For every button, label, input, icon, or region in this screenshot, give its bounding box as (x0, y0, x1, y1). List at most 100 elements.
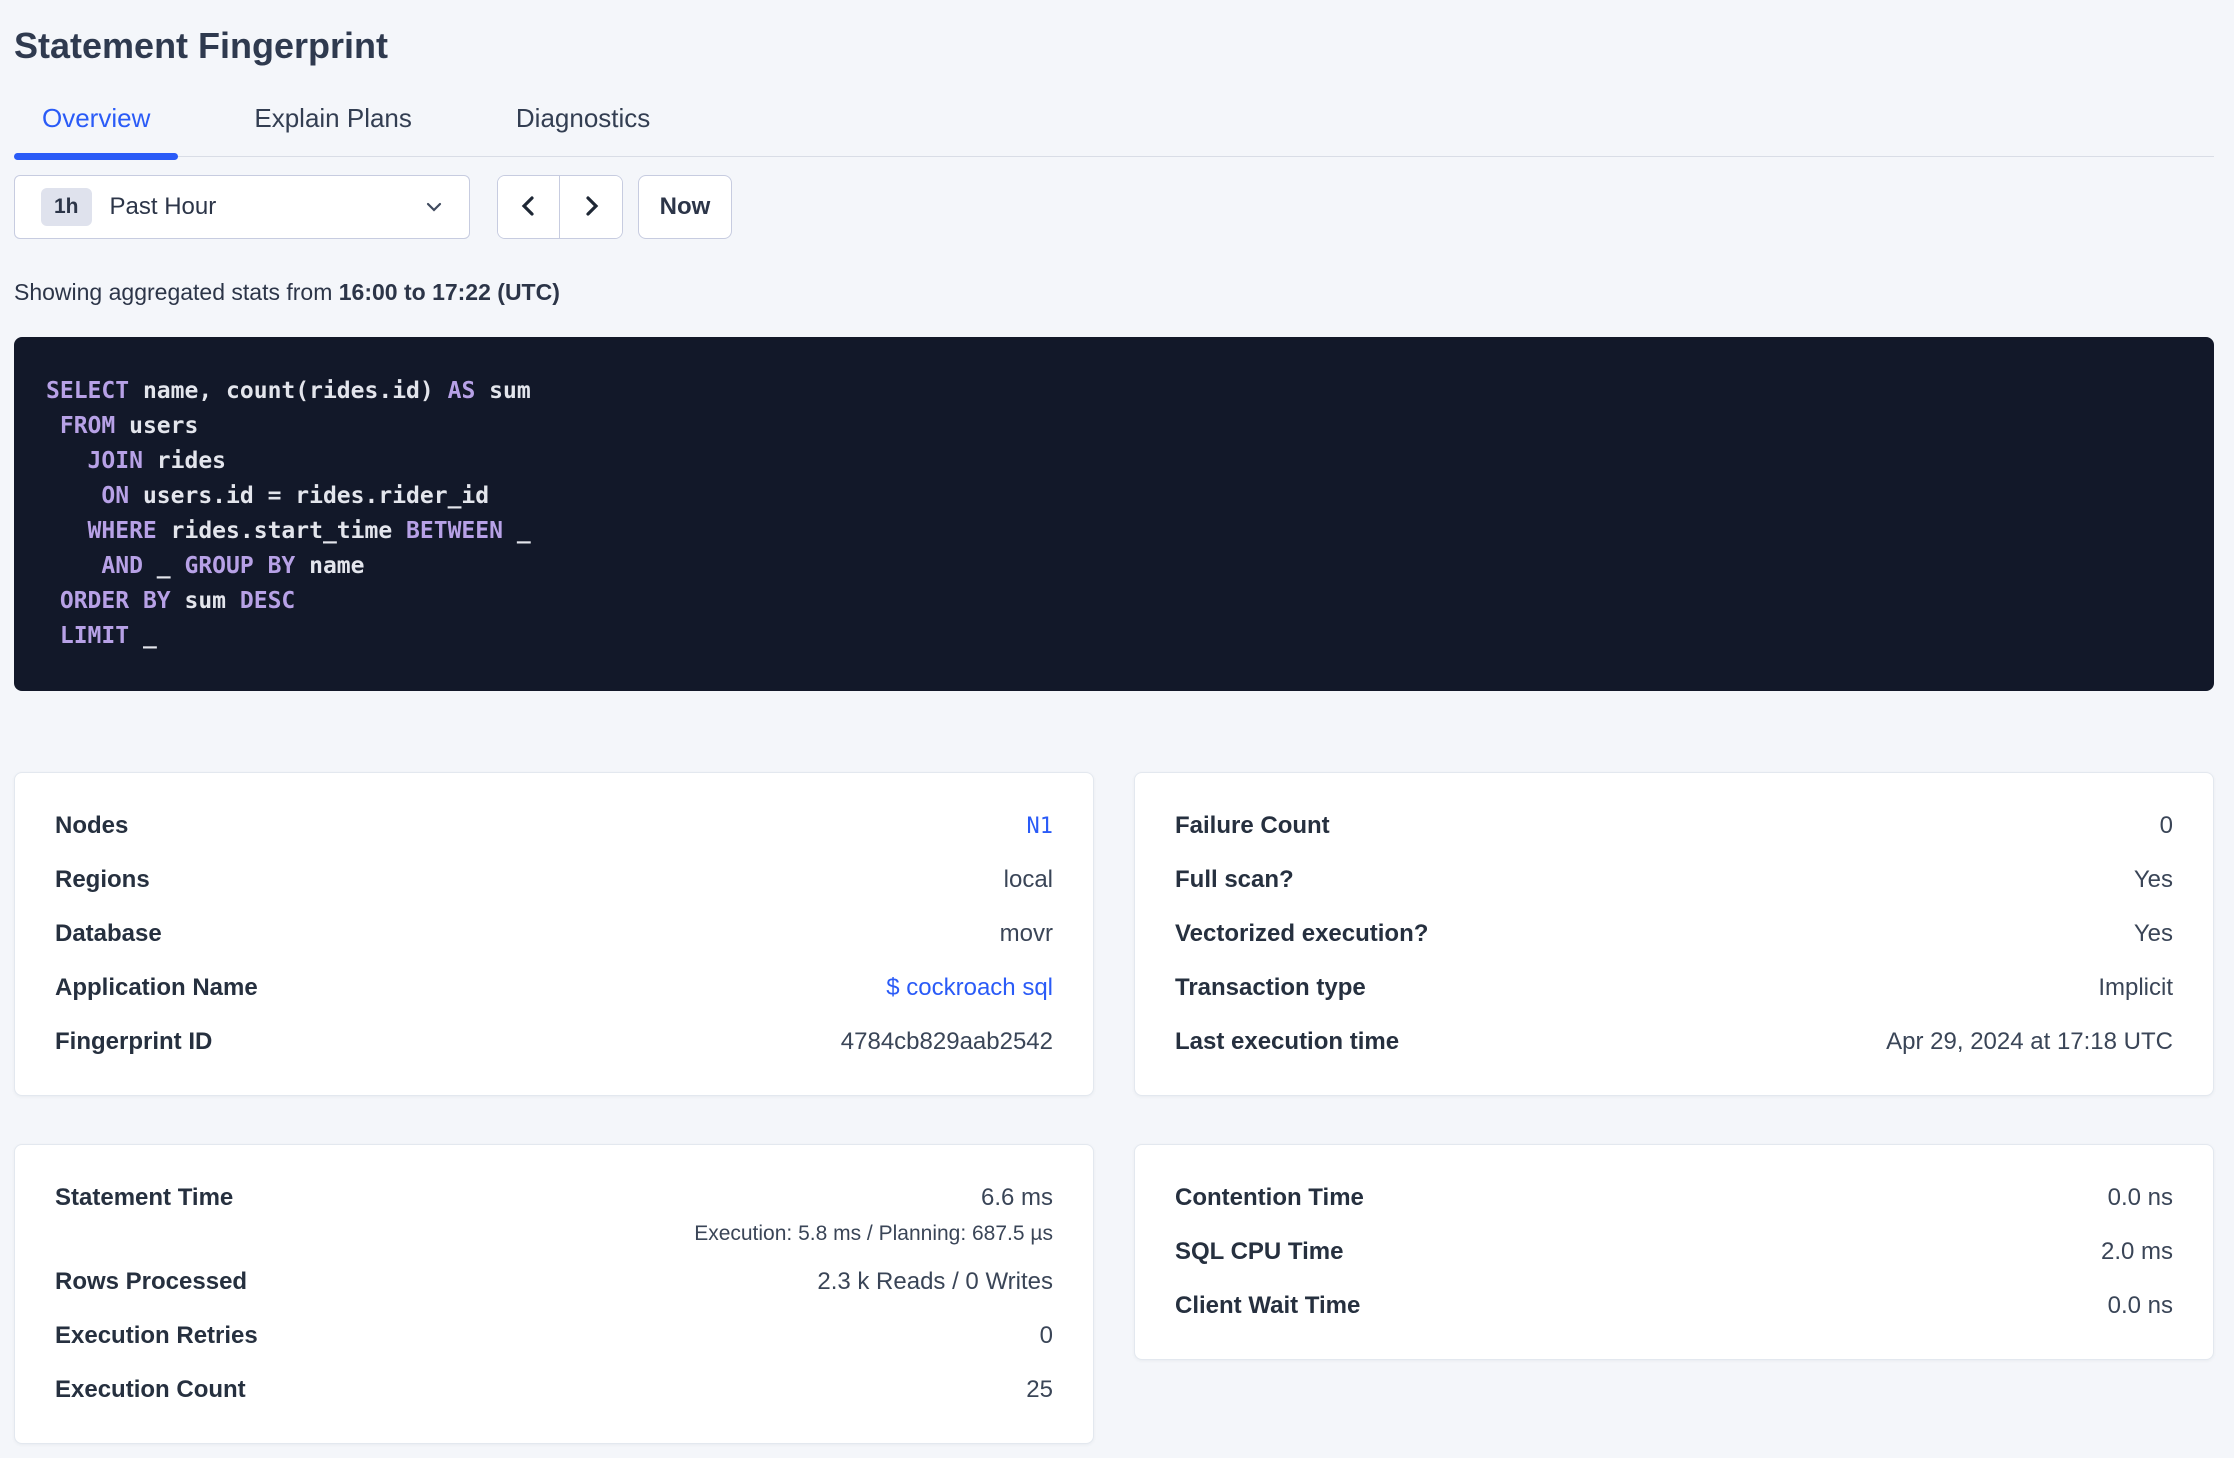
row-label: Application Name (55, 974, 258, 1001)
statement-time-breakdown: Execution: 5.8 ms / Planning: 687.5 µs (694, 1222, 1053, 1245)
regions-value: local (1003, 866, 1053, 893)
sql-line: WHERE rides.start_time BETWEEN _ (46, 514, 2182, 549)
row-execution-count: Execution Count 25 (55, 1363, 1053, 1417)
row-contention-time: Contention Time 0.0 ns (1175, 1171, 2173, 1225)
card-timing-stats: Statement Time 6.6 ms Execution: 5.8 ms … (14, 1144, 1094, 1444)
row-label: Client Wait Time (1175, 1292, 1361, 1319)
now-button[interactable]: Now (638, 175, 732, 239)
statement-fingerprint-page: Statement Fingerprint Overview Explain P… (0, 0, 2234, 1444)
card-overview-details: Nodes N1 Regions local Database movr App… (14, 772, 1094, 1096)
sql-text: sum (170, 588, 240, 614)
row-last-execution-time: Last execution time Apr 29, 2024 at 17:1… (1175, 1015, 2173, 1069)
application-name-link[interactable]: $ cockroach sql (886, 974, 1053, 1002)
chevron-left-icon (515, 192, 543, 223)
contention-time-value: 0.0 ns (2107, 1184, 2173, 1211)
execution-retries-value: 0 (1039, 1322, 1053, 1349)
row-label: Fingerprint ID (55, 1028, 213, 1055)
row-failure-count: Failure Count 0 (1175, 799, 2173, 853)
card-contention-stats: Contention Time 0.0 ns SQL CPU Time 2.0 … (1134, 1144, 2214, 1360)
row-label: Full scan? (1175, 866, 1294, 893)
stats-caption-range: 16:00 to 17:22 (UTC) (338, 279, 560, 305)
time-range-dropdown[interactable]: 1h Past Hour (14, 175, 470, 239)
sql-line: SELECT name, count(rides.id) AS sum (46, 374, 2182, 409)
sql-keyword: BETWEEN (406, 518, 503, 544)
row-fingerprint-id: Fingerprint ID 4784cb829aab2542 (55, 1015, 1053, 1069)
sql-line: ORDER BY sum DESC (46, 584, 2182, 619)
fingerprint-id-value: 4784cb829aab2542 (840, 1028, 1053, 1055)
summary-cards: Nodes N1 Regions local Database movr App… (14, 772, 2214, 1444)
last-execution-time-value: Apr 29, 2024 at 17:18 UTC (1886, 1028, 2173, 1055)
sql-text: name, count(rides.id) (129, 378, 448, 404)
tab-bar: Overview Explain Plans Diagnostics (14, 102, 2214, 160)
time-nav-button-group (497, 175, 623, 239)
row-label: Last execution time (1175, 1028, 1400, 1055)
row-transaction-type: Transaction type Implicit (1175, 961, 2173, 1015)
tab-diagnostics[interactable]: Diagnostics (488, 102, 678, 156)
sql-statement-box: SELECT name, count(rides.id) AS sum FROM… (14, 337, 2214, 691)
sql-keyword: SELECT (46, 378, 130, 404)
sql-text: rides (142, 448, 227, 474)
sql-text: sum (475, 378, 531, 404)
sql-line: LIMIT _ (46, 619, 2182, 654)
row-execution-retries: Execution Retries 0 (55, 1309, 1053, 1363)
next-time-button[interactable] (560, 176, 622, 238)
execution-count-value: 25 (1026, 1376, 1053, 1403)
row-full-scan: Full scan? Yes (1175, 853, 2173, 907)
row-label: Execution Retries (55, 1322, 258, 1349)
statement-time-value: 6.6 ms (980, 1184, 1053, 1211)
sql-keyword: DESC (239, 588, 296, 614)
row-label: Vectorized execution? (1175, 920, 1429, 947)
tab-overview[interactable]: Overview (14, 102, 179, 160)
row-label: Execution Count (55, 1376, 246, 1403)
sql-line: JOIN rides (46, 444, 2182, 479)
row-label: Statement Time (55, 1184, 234, 1211)
sql-cpu-time-value: 2.0 ms (2100, 1238, 2173, 1265)
sql-keyword: ON (101, 483, 130, 509)
row-label: Regions (55, 866, 150, 893)
sql-keyword: AS (447, 378, 476, 404)
database-value: movr (999, 920, 1053, 947)
row-label: Transaction type (1175, 974, 1366, 1001)
page-title: Statement Fingerprint (14, 25, 389, 66)
sql-text: _ (142, 553, 185, 579)
statement-time-values: 6.6 ms Execution: 5.8 ms / Planning: 687… (694, 1171, 1053, 1255)
sql-keyword: ORDER BY (59, 588, 171, 614)
time-range-label: Past Hour (109, 193, 217, 220)
sql-keyword: AND (101, 553, 143, 579)
vectorized-execution-value: Yes (2133, 920, 2173, 947)
row-label: SQL CPU Time (1175, 1238, 1344, 1265)
row-label: Failure Count (1175, 812, 1330, 839)
sql-line: ON users.id = rides.rider_id (46, 479, 2182, 514)
row-label: Nodes (55, 812, 129, 839)
row-application-name: Application Name $ cockroach sql (55, 961, 1053, 1015)
full-scan-value: Yes (2133, 866, 2173, 893)
row-label: Rows Processed (55, 1268, 248, 1295)
chevron-right-icon (577, 192, 605, 223)
transaction-type-value: Implicit (2098, 974, 2173, 1001)
sql-text: users.id = rides.rider_id (129, 483, 490, 509)
sql-line: AND _ GROUP BY name (46, 549, 2182, 584)
tab-explain-plans[interactable]: Explain Plans (226, 102, 440, 156)
row-sql-cpu-time: SQL CPU Time 2.0 ms (1175, 1225, 2173, 1279)
prev-time-button[interactable] (498, 176, 560, 238)
sql-keyword: WHERE (87, 518, 157, 544)
sql-keyword: JOIN (87, 448, 143, 474)
sql-text: rides.start_time (156, 518, 407, 544)
row-regions: Regions local (55, 853, 1053, 907)
sql-text: users (115, 413, 199, 439)
stats-caption-text: Showing aggregated stats from (14, 279, 339, 305)
sql-text: name (295, 553, 365, 579)
failure-count-value: 0 (2159, 812, 2173, 839)
sql-text: _ (129, 623, 157, 649)
rows-processed-value: 2.3 k Reads / 0 Writes (817, 1268, 1053, 1295)
row-client-wait-time: Client Wait Time 0.0 ns (1175, 1279, 2173, 1333)
nodes-link[interactable]: N1 (1027, 814, 1054, 839)
row-rows-processed: Rows Processed 2.3 k Reads / 0 Writes (55, 1255, 1053, 1309)
sql-keyword: GROUP BY (184, 553, 296, 579)
